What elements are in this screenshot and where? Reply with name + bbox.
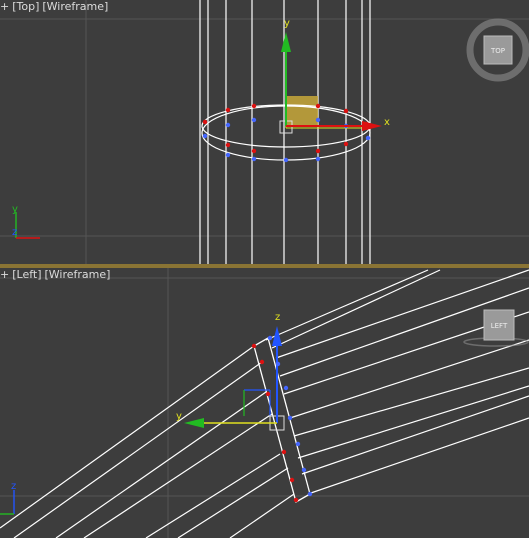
viewport-label[interactable]: + [Left] [Wireframe] [0,268,113,282]
top-viewport-canvas[interactable]: y x y z TOP [0,0,529,264]
view-name-label[interactable]: [Left] [12,268,44,281]
transform-gizmo[interactable]: z y [176,312,285,431]
left-viewport[interactable]: z y z LEFT + [Left] [Wireframe] [0,268,529,538]
gizmo-y-label: y [176,411,182,422]
top-viewport[interactable]: y x y z TOP + [Top] [Wireframe] [0,0,529,264]
viewcube-label: LEFT [491,322,508,330]
viewport-label[interactable]: + [Top] [Wireframe] [0,0,111,14]
gizmo-y-label: y [284,18,290,29]
grid [0,0,529,264]
viewcube-label: TOP [490,47,505,55]
grid [0,268,529,538]
viewport-menu-button[interactable]: + [0,0,12,13]
wire-lines-upper [265,269,529,495]
view-name-label[interactable]: [Top] [12,0,42,13]
gizmo-z-label: z [275,312,280,323]
vertices[interactable] [251,335,313,503]
tripod-z-label: z [12,227,17,238]
gizmo-x-label: x [384,117,390,128]
tripod-y-label: y [12,204,18,215]
axis-tripod: y z [12,204,40,239]
shading-mode-label[interactable]: [Wireframe] [42,0,111,13]
viewcube[interactable]: TOP [466,18,529,82]
shading-mode-label[interactable]: [Wireframe] [45,268,114,281]
wire-lines-lower [0,345,295,538]
viewport-menu-button[interactable]: + [0,268,12,281]
tripod-z-label: z [11,481,16,492]
axis-tripod: z [0,481,16,515]
left-viewport-canvas[interactable]: z y z LEFT [0,268,529,538]
